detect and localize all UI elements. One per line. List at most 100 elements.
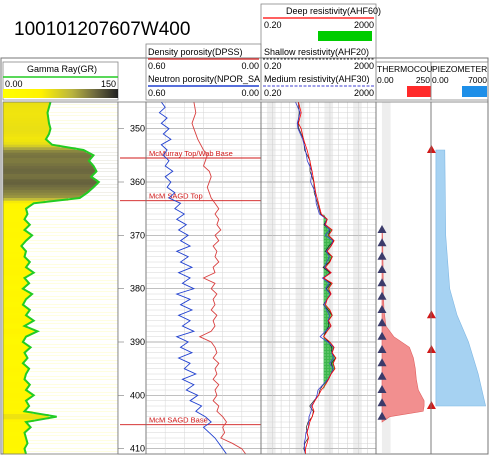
thermo-swatch bbox=[407, 86, 431, 97]
gamma-fill-mask bbox=[27, 267, 118, 271]
gamma-fill-mask bbox=[48, 118, 118, 122]
gamma-fill-mask bbox=[49, 131, 118, 135]
gamma-track: Gamma Ray(GR) 0.00 150 bbox=[2, 61, 119, 455]
depth-tick-label: 360 bbox=[130, 177, 145, 187]
gamma-fill-mask bbox=[25, 435, 119, 439]
gamma-fill-mask bbox=[33, 419, 119, 423]
gamma-fill-mask bbox=[23, 339, 119, 343]
gamma-fill-mask bbox=[28, 222, 118, 226]
gamma-fill-mask bbox=[26, 430, 118, 434]
gamma-fill-mask bbox=[50, 142, 118, 146]
gamma-fill-mask bbox=[94, 166, 118, 170]
gamma-fill-mask bbox=[31, 203, 119, 207]
gamma-fill-mask bbox=[81, 195, 118, 199]
gamma-fill-mask bbox=[50, 126, 118, 130]
deep-res-fill-swatch bbox=[318, 31, 372, 41]
shallow-res-name: Shallow resistivity(AHF20) bbox=[264, 47, 369, 57]
deep-res-name: Deep resistivity(AHF60) bbox=[286, 6, 381, 16]
gamma-fill-mask bbox=[47, 139, 118, 143]
gamma-fill-mask bbox=[49, 123, 118, 127]
gamma-max-label: 150 bbox=[101, 79, 116, 89]
depth-tick-label: 350 bbox=[130, 124, 145, 134]
gamma-fill-mask bbox=[25, 299, 119, 303]
density-max-label: 0.00 bbox=[241, 61, 259, 71]
depth-track-border bbox=[117, 101, 147, 455]
gamma-fill-mask bbox=[27, 283, 118, 287]
gamma-fill-mask bbox=[27, 422, 118, 426]
well-log-svg: 100101207607W400 Gamma Ray(GR) 0.00 150 … bbox=[0, 3, 489, 455]
gamma-fill-mask bbox=[34, 331, 118, 335]
gamma-fill-mask bbox=[28, 310, 118, 314]
piezo-swatch bbox=[462, 86, 487, 97]
deep-res-min-label: 0.20 bbox=[264, 20, 282, 30]
medium-res-min-label: 0.20 bbox=[264, 88, 282, 98]
thermo-min-label: 0.00 bbox=[377, 75, 394, 85]
gamma-fill-mask bbox=[30, 235, 119, 239]
gamma-fill-mask bbox=[31, 318, 119, 322]
thermo-max-label: 250 bbox=[416, 75, 430, 85]
gamma-min-label: 0.00 bbox=[5, 79, 23, 89]
piezometer-track: PIEZOMETER 0.00 7000 bbox=[426, 61, 489, 455]
gamma-fill-mask bbox=[27, 206, 118, 210]
gamma-fill-mask bbox=[27, 238, 118, 242]
gamma-fill-mask bbox=[25, 227, 118, 231]
gamma-fill-mask bbox=[26, 214, 118, 218]
formation-top-label: McMurray Top/Wab Base bbox=[149, 149, 233, 158]
medium-res-name: Medium resistivity(AHF30) bbox=[264, 74, 370, 84]
gamma-fill-mask bbox=[26, 371, 118, 375]
neutron-curve-name: Neutron porosity(NPOR_SA bbox=[148, 74, 260, 84]
gamma-fill-mask bbox=[27, 315, 118, 319]
gamma-fill-mask bbox=[24, 254, 119, 258]
resistivity-grid bbox=[261, 101, 391, 455]
gamma-fill-mask bbox=[24, 286, 118, 290]
formation-top-label: McM SAGD Top bbox=[149, 192, 203, 201]
gamma-fill-mask bbox=[22, 243, 119, 247]
piezo-fill bbox=[435, 149, 486, 407]
piezo-max-label: 7000 bbox=[468, 75, 487, 85]
gamma-fill-mask bbox=[92, 155, 118, 159]
gamma-fill-mask bbox=[25, 251, 119, 255]
gamma-fill-mask bbox=[22, 246, 119, 250]
gamma-fill-mask bbox=[30, 294, 119, 298]
gamma-fill-mask bbox=[48, 107, 118, 111]
gamma-fill-mask bbox=[28, 334, 118, 338]
thermo-track-name: THERMOCOU bbox=[377, 64, 433, 74]
gamma-fill-mask bbox=[92, 163, 118, 167]
gamma-fill-mask bbox=[28, 307, 119, 311]
gamma-fill-mask bbox=[29, 427, 119, 431]
formation-top-label: McM SAGD Base bbox=[149, 416, 208, 425]
gamma-fill-mask bbox=[95, 171, 118, 175]
gamma-fill-mask bbox=[26, 355, 118, 359]
depth-tick-label: 390 bbox=[130, 337, 145, 347]
gamma-fill-mask bbox=[26, 443, 118, 447]
medium-res-max-label: 2000 bbox=[354, 88, 374, 98]
piezo-min-label: 0.00 bbox=[432, 75, 449, 85]
gamma-fill-mask bbox=[25, 278, 119, 282]
gamma-fill-mask bbox=[86, 150, 118, 154]
gamma-fill-mask bbox=[25, 374, 119, 378]
gamma-fill-mask bbox=[26, 358, 118, 362]
gamma-fill-mask bbox=[26, 438, 118, 442]
gamma-fill-mask bbox=[91, 187, 118, 191]
gamma-fill-mask bbox=[31, 270, 119, 274]
well-log-display: 100101207607W400 Gamma Ray(GR) 0.00 150 … bbox=[0, 0, 490, 459]
gamma-fill-mask bbox=[28, 403, 118, 407]
deep-res-max-label: 2000 bbox=[354, 20, 374, 30]
gamma-fill-mask bbox=[27, 390, 118, 394]
gamma-fill-mask bbox=[27, 366, 118, 370]
gamma-fill-mask bbox=[23, 302, 119, 306]
resistivity-track: Deep resistivity(AHF60) 0.20 2000 Shallo… bbox=[260, 3, 391, 455]
depth-tick-label: 400 bbox=[130, 390, 145, 400]
gamma-fill-mask bbox=[27, 406, 118, 410]
gamma-fill-mask bbox=[27, 387, 118, 391]
neutron-max-label: 0.00 bbox=[241, 88, 259, 98]
gamma-fill-mask bbox=[48, 414, 118, 418]
gamma-fill-mask bbox=[50, 102, 118, 106]
gamma-fill-mask bbox=[28, 259, 118, 263]
gamma-fill-mask bbox=[88, 190, 118, 194]
gamma-fill-mask bbox=[28, 382, 118, 386]
depth-track: 350 360 370 380 390 400 410 bbox=[117, 101, 147, 455]
gamma-fill-mask bbox=[29, 347, 119, 351]
gamma-fill-mask bbox=[90, 158, 118, 162]
gamma-fill-mask bbox=[92, 174, 118, 178]
